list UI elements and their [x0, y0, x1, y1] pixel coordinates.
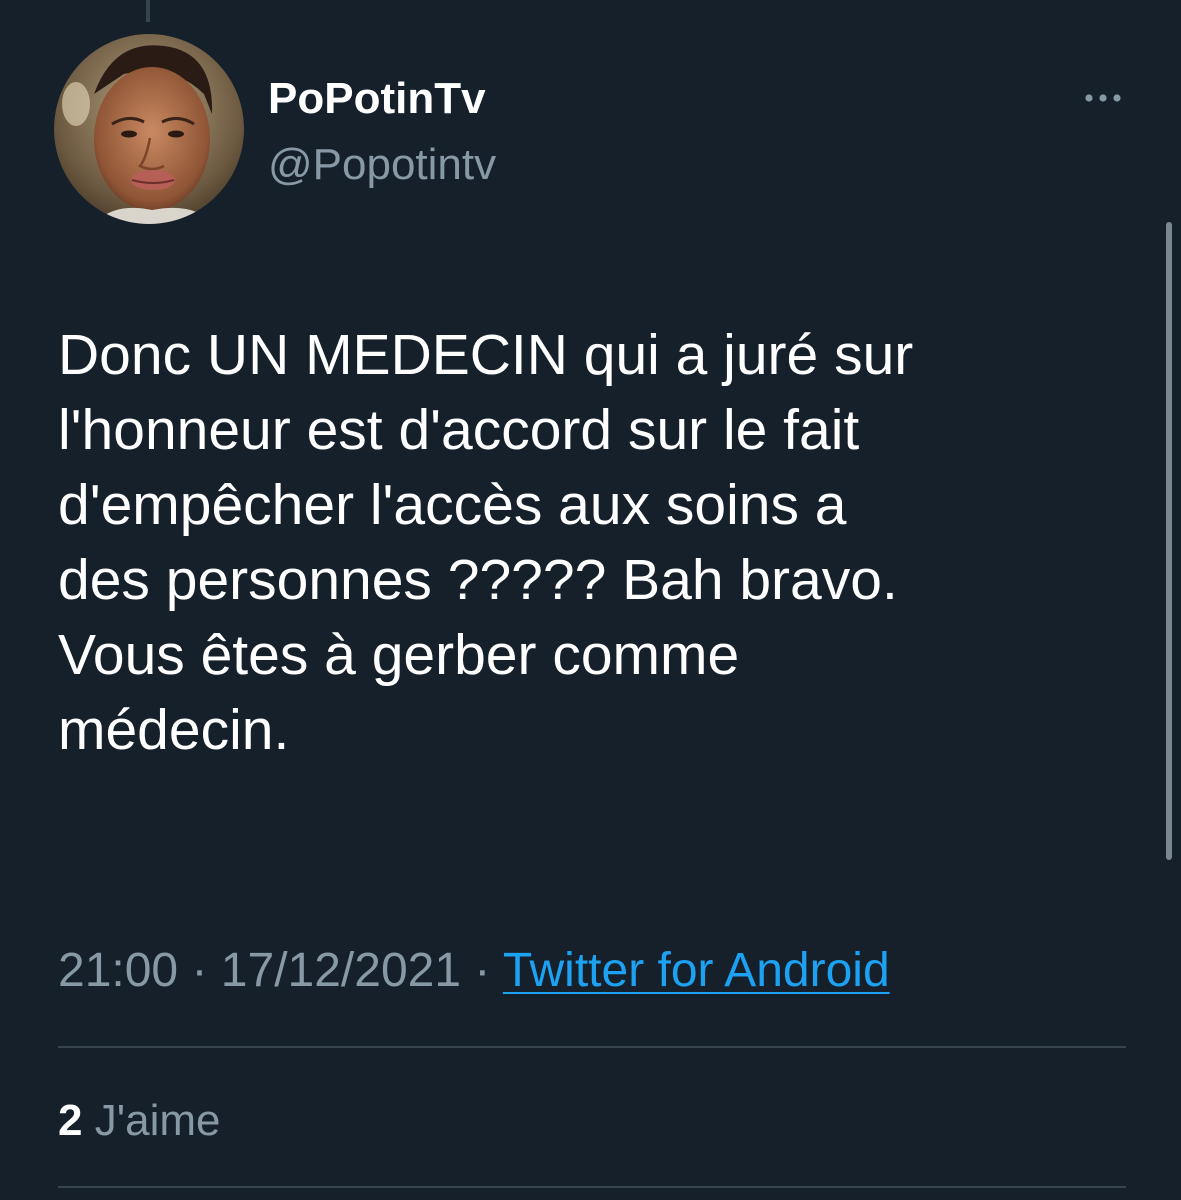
- author-handle[interactable]: @Popotintv: [268, 138, 496, 192]
- more-horizontal-icon[interactable]: [1078, 80, 1128, 116]
- tweet-text-line: Vous êtes à gerber comme: [58, 623, 740, 687]
- tweet-text-line: l'honneur est d'accord sur le fait: [58, 398, 860, 462]
- tweet-text-line: des personnes ????? Bah bravo.: [58, 548, 898, 612]
- avatar[interactable]: [54, 34, 244, 224]
- tweet-time[interactable]: 21:00: [58, 944, 178, 997]
- tweet-text: Donc UN MEDECIN qui a juré sur l'honneur…: [58, 318, 1148, 768]
- divider: [58, 1046, 1126, 1048]
- tweet-text-line: Donc UN MEDECIN qui a juré sur: [58, 323, 914, 387]
- tweet-date[interactable]: 17/12/2021: [221, 944, 461, 997]
- likes-stat[interactable]: 2 J'aime: [58, 1094, 221, 1148]
- author-display-name[interactable]: PoPotinTv: [268, 72, 486, 126]
- meta-separator: ·: [191, 944, 208, 997]
- tweet-metadata: 21:00 · 17/12/2021 · Twitter for Android: [58, 942, 890, 1000]
- tweet-source-link[interactable]: Twitter for Android: [503, 944, 890, 997]
- likes-count: 2: [58, 1096, 83, 1145]
- scrollbar[interactable]: [1166, 222, 1172, 860]
- meta-separator: ·: [474, 944, 491, 997]
- avatar-image: [54, 34, 244, 224]
- thread-connector-line: [146, 0, 150, 22]
- likes-label: J'aime: [94, 1096, 221, 1145]
- tweet-text-line: médecin.: [58, 698, 290, 762]
- divider: [58, 1186, 1126, 1188]
- tweet-text-line: d'empêcher l'accès aux soins a: [58, 473, 847, 537]
